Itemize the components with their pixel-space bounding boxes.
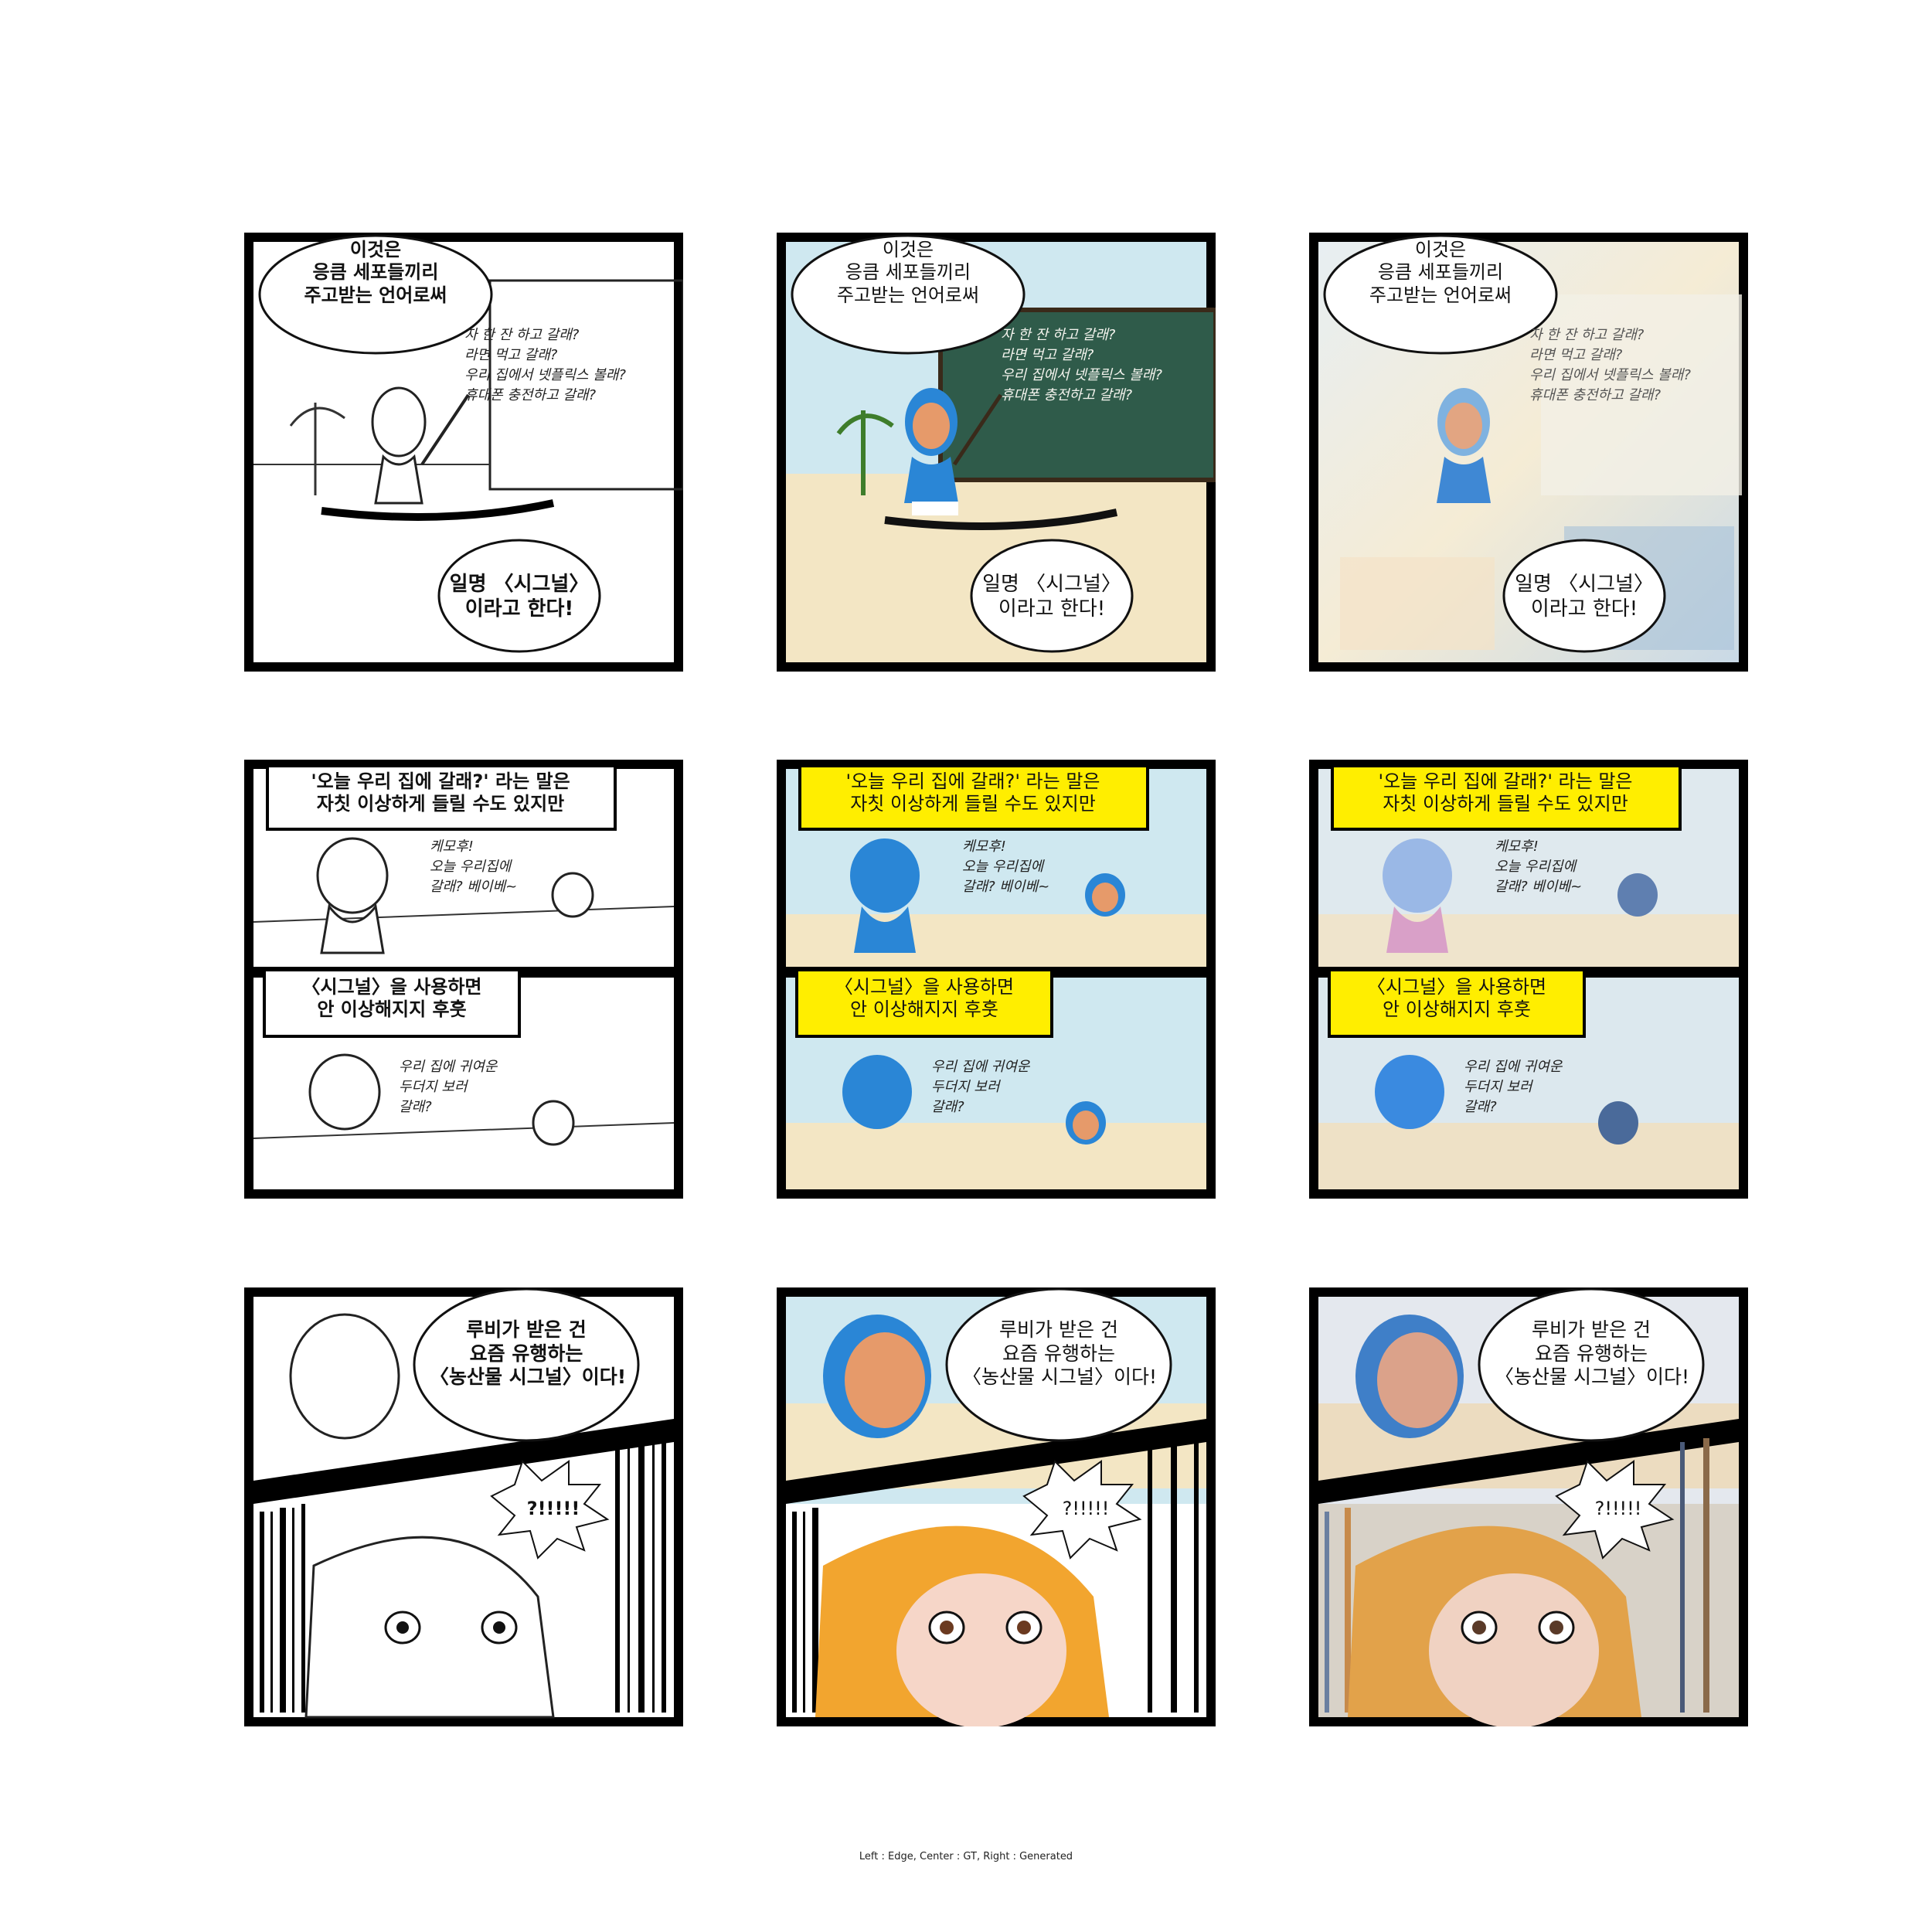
panel-row1-edge: 이것은 응큼 세포들끼리 주고받는 언어로써 자 한 잔 하고 갈래? 라면 먹… bbox=[244, 233, 683, 672]
speech-text-top: 케모후! 오늘 우리집에 갈래? 베이베~ bbox=[962, 838, 1050, 896]
panel-row2-generated: '오늘 우리 집에 갈래?' 라는 말은 자칫 이상하게 들릴 수도 있지만 케… bbox=[1309, 760, 1748, 1199]
speech-text-top: 케모후! 오늘 우리집에 갈래? 베이베~ bbox=[430, 838, 518, 896]
speech-text-bottom: 우리 집에 귀여운 두더지 보러 갈래? bbox=[1464, 1059, 1563, 1116]
footer-caption: Left : Edge, Center : GT, Right : Genera… bbox=[859, 1851, 1073, 1862]
caption-middle: 〈시그널〉을 사용하면 안 이상해지지 후훗 bbox=[834, 976, 1015, 1021]
speech-bubble-top: 이것은 응큼 세포들끼리 주고받는 언어로써 bbox=[836, 239, 980, 306]
caption-top: '오늘 우리 집에 갈래?' 라는 말은 자칫 이상하게 들릴 수도 있지만 bbox=[845, 770, 1100, 815]
speech-bubble: 루비가 받은 건 요즘 유행하는 〈농산물 시그널〉이다! bbox=[962, 1318, 1157, 1388]
panel-row1-generated: 이것은 응큼 세포들끼리 주고받는 언어로써 자 한 잔 하고 갈래? 라면 먹… bbox=[1309, 233, 1748, 672]
speech-text-top: 케모후! 오늘 우리집에 갈래? 베이베~ bbox=[1495, 838, 1583, 896]
exclamation-burst: ?!!!!! bbox=[1594, 1498, 1642, 1519]
panel-row2-gt: '오늘 우리 집에 갈래?' 라는 말은 자칫 이상하게 들릴 수도 있지만 케… bbox=[777, 760, 1216, 1199]
panel-row1-gt: 이것은 응큼 세포들끼리 주고받는 언어로써 자 한 잔 하고 갈래? 라면 먹… bbox=[777, 233, 1216, 672]
caption-middle: 〈시그널〉을 사용하면 안 이상해지지 후훗 bbox=[1366, 976, 1547, 1021]
speech-text-bottom: 우리 집에 귀여운 두더지 보러 갈래? bbox=[399, 1059, 498, 1116]
panel-row3-gt: 루비가 받은 건 요즘 유행하는 〈농산물 시그널〉이다! ?!!!!! bbox=[777, 1287, 1216, 1726]
speech-bubble: 루비가 받은 건 요즘 유행하는 〈농산물 시그널〉이다! bbox=[430, 1318, 627, 1388]
exclamation-burst: ?!!!!! bbox=[526, 1498, 580, 1519]
speech-bubble-top: 이것은 응큼 세포들끼리 주고받는 언어로써 bbox=[1369, 239, 1512, 306]
exclamation-burst: ?!!!!! bbox=[1062, 1498, 1110, 1519]
board-text: 자 한 잔 하고 갈래? 라면 먹고 갈래? 우리 집에서 넷플릭스 볼래? 휴… bbox=[464, 327, 626, 404]
speech-text-bottom: 우리 집에 귀여운 두더지 보러 갈래? bbox=[931, 1059, 1030, 1116]
caption-top: '오늘 우리 집에 갈래?' 라는 말은 자칫 이상하게 들릴 수도 있지만 bbox=[311, 770, 570, 815]
board-text: 자 한 잔 하고 갈래? 라면 먹고 갈래? 우리 집에서 넷플릭스 볼래? 휴… bbox=[1001, 327, 1162, 404]
speech-bubble-bottom: 일명 〈시그널〉 이라고 한다! bbox=[982, 573, 1121, 621]
panel-row2-edge: '오늘 우리 집에 갈래?' 라는 말은 자칫 이상하게 들릴 수도 있지만 케… bbox=[244, 760, 683, 1199]
speech-bubble-top: 이것은 응큼 세포들끼리 주고받는 언어로써 bbox=[304, 239, 447, 306]
caption-top: '오늘 우리 집에 갈래?' 라는 말은 자칫 이상하게 들릴 수도 있지만 bbox=[1378, 770, 1633, 815]
panel-row3-generated: 루비가 받은 건 요즘 유행하는 〈농산물 시그널〉이다! ?!!!!! bbox=[1309, 1287, 1748, 1726]
speech-bubble-bottom: 일명 〈시그널〉 이라고 한다! bbox=[449, 573, 590, 621]
speech-bubble: 루비가 받은 건 요즘 유행하는 〈농산물 시그널〉이다! bbox=[1495, 1318, 1689, 1388]
caption-middle: 〈시그널〉을 사용하면 안 이상해지지 후훗 bbox=[301, 976, 482, 1021]
panel-row3-edge: 루비가 받은 건 요즘 유행하는 〈농산물 시그널〉이다! ?!!!!! bbox=[244, 1287, 683, 1726]
speech-bubble-bottom: 일명 〈시그널〉 이라고 한다! bbox=[1515, 573, 1654, 621]
board-text: 자 한 잔 하고 갈래? 라면 먹고 갈래? 우리 집에서 넷플릭스 볼래? 휴… bbox=[1529, 327, 1691, 404]
